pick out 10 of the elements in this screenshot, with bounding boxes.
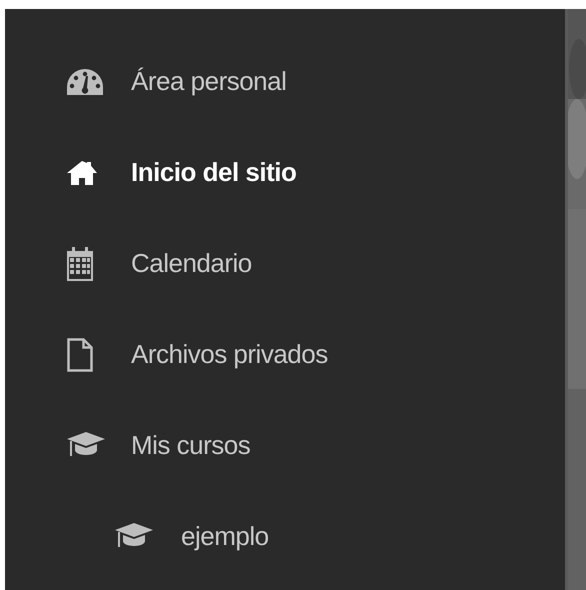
nav-item[interactable]: Calendario [5,218,565,309]
nav-item[interactable]: ejemplo [5,491,565,582]
nav-item[interactable]: Archivos privados [5,309,565,400]
home-icon [67,160,97,184]
nav-item[interactable]: Inicio del sitio [5,127,565,218]
nav-item[interactable]: Mis cursos [5,400,565,491]
file-icon [67,338,93,372]
calendar-icon [67,246,93,280]
nav-item[interactable]: Área personal [5,36,565,127]
gauge-icon [67,68,103,94]
